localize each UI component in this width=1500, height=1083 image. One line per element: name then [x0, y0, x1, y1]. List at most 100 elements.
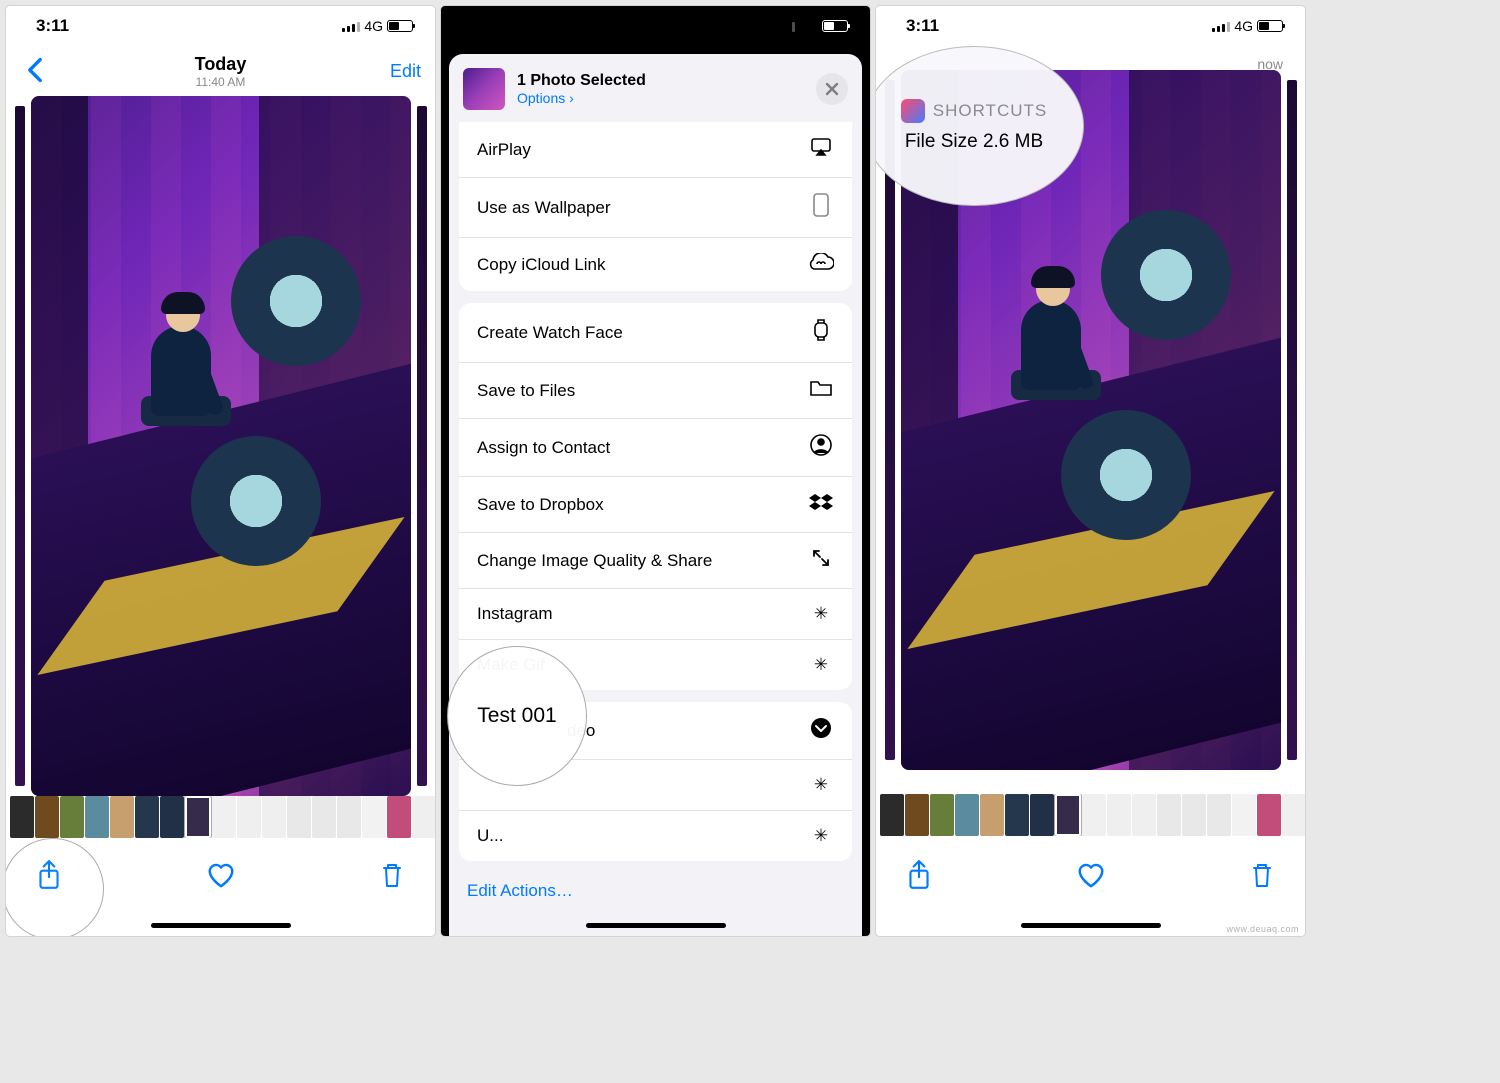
battery-icon — [822, 20, 848, 32]
close-button[interactable] — [816, 73, 848, 105]
home-indicator — [1021, 923, 1161, 928]
thumbnail[interactable] — [1107, 794, 1131, 836]
thumbnail[interactable] — [1182, 794, 1206, 836]
nav-bar: Today 11:40 AM Edit — [6, 46, 435, 96]
thumbnail[interactable] — [110, 796, 134, 838]
thumbnail[interactable] — [262, 796, 286, 838]
share-options-link[interactable]: Options › — [517, 90, 804, 106]
create-watch-face-icon — [808, 318, 834, 347]
share-action-label: Create Watch Face — [477, 323, 623, 343]
thumbnail[interactable] — [1030, 794, 1054, 836]
share-action[interactable]: Create Watch Face — [459, 303, 852, 362]
thumbnail[interactable] — [10, 796, 34, 838]
share-action-label: Change Image Quality & Share — [477, 551, 712, 571]
favorite-button[interactable] — [206, 860, 236, 890]
back-button[interactable] — [20, 55, 50, 85]
thumbnail[interactable] — [287, 796, 311, 838]
airplay-icon — [808, 137, 834, 162]
thumbnail[interactable] — [185, 796, 211, 838]
save-to-dropbox-icon — [808, 492, 834, 517]
thumbnail[interactable] — [312, 796, 336, 838]
share-action[interactable]: Assign to Contact — [459, 418, 852, 476]
thumbnail[interactable] — [1207, 794, 1231, 836]
share-action-partial[interactable]: deo — [459, 702, 852, 759]
status-time: 3:11 — [36, 16, 69, 36]
thumbnail[interactable] — [955, 794, 979, 836]
nav-title: Today — [80, 54, 361, 75]
make-gif-icon: ✳︎ — [808, 655, 834, 675]
thumbnail[interactable] — [1257, 794, 1281, 836]
trash-button[interactable] — [1247, 860, 1277, 890]
share-action[interactable]: Save to Dropbox — [459, 476, 852, 532]
signal-icon — [342, 20, 360, 32]
edit-button[interactable]: Edit — [361, 61, 421, 82]
thumbnail[interactable] — [1055, 794, 1081, 836]
share-action[interactable]: AirPlay — [459, 122, 852, 177]
instagram-icon: ✳︎ — [808, 604, 834, 624]
signal-icon — [1212, 20, 1230, 32]
prev-photo-edge[interactable] — [15, 106, 25, 786]
trash-button[interactable] — [377, 860, 407, 890]
edit-actions-link[interactable]: Edit Actions… — [449, 867, 862, 915]
share-action[interactable]: Copy iCloud Link — [459, 237, 852, 291]
share-button[interactable] — [34, 860, 64, 890]
share-action-shortcut[interactable]: ✳︎ — [459, 759, 852, 810]
share-action[interactable]: Change Image Quality & Share — [459, 532, 852, 588]
thumbnail[interactable] — [930, 794, 954, 836]
share-action-shortcut2[interactable]: U... ✳︎ — [459, 810, 852, 861]
status-network: 4G — [364, 18, 383, 34]
share-action[interactable]: Instagram ✳︎ — [459, 588, 852, 639]
status-time: 3:11 — [906, 16, 939, 36]
thumbnail[interactable] — [35, 796, 59, 838]
thumbnail[interactable] — [237, 796, 261, 838]
share-action-label: Use as Wallpaper — [477, 198, 611, 218]
thumbnail[interactable] — [135, 796, 159, 838]
share-sheet: 1 Photo Selected Options › AirPlay Use as… — [449, 54, 862, 936]
share-action[interactable]: Make Gif ✳︎ — [459, 639, 852, 690]
thumbnail[interactable] — [1157, 794, 1181, 836]
share-title: 1 Photo Selected — [517, 72, 804, 90]
home-indicator — [151, 923, 291, 928]
thumbnail[interactable] — [60, 796, 84, 838]
thumbnail[interactable] — [905, 794, 929, 836]
thumbnail-strip[interactable] — [6, 796, 435, 838]
thumbnail-strip[interactable] — [876, 794, 1305, 836]
share-action-label: Assign to Contact — [477, 438, 610, 458]
thumbnail[interactable] — [1282, 794, 1305, 836]
status-bar: 3:11 4G — [6, 6, 435, 46]
favorite-button[interactable] — [1076, 860, 1106, 890]
thumbnail[interactable] — [362, 796, 386, 838]
thumbnail[interactable] — [880, 794, 904, 836]
next-photo-edge[interactable] — [417, 106, 427, 786]
thumbnail[interactable] — [1132, 794, 1156, 836]
notification-app-name: SHORTCUTS — [933, 101, 1047, 121]
share-action-label: AirPlay — [477, 140, 531, 160]
share-button[interactable] — [904, 860, 934, 890]
share-action-label: Make Gif — [477, 655, 545, 675]
battery-icon — [387, 20, 413, 32]
thumbnail[interactable] — [387, 796, 411, 838]
photo-main[interactable] — [31, 96, 411, 796]
shortcut-run-icon: ✳︎ — [808, 775, 834, 795]
thumbnail[interactable] — [1082, 794, 1106, 836]
share-action[interactable]: Use as Wallpaper — [459, 177, 852, 237]
thumbnail[interactable] — [337, 796, 361, 838]
share-action[interactable]: Save to Files — [459, 362, 852, 418]
watermark: www.deuaq.com — [1226, 924, 1299, 934]
share-action-label: Instagram — [477, 604, 553, 624]
thumbnail[interactable] — [85, 796, 109, 838]
thumbnail[interactable] — [980, 794, 1004, 836]
thumbnail[interactable] — [1232, 794, 1256, 836]
share-action-label: Save to Files — [477, 381, 575, 401]
next-photo-edge[interactable] — [1287, 80, 1297, 760]
thumbnail[interactable] — [160, 796, 184, 838]
thumbnail[interactable] — [412, 796, 435, 838]
change-image-quality-share-icon — [808, 548, 834, 573]
thumbnail[interactable] — [1005, 794, 1029, 836]
status-network: 4G — [1234, 18, 1253, 34]
prev-photo-edge[interactable] — [885, 80, 895, 760]
use-as-wallpaper-icon — [808, 193, 834, 222]
shortcut-run-icon: ✳︎ — [808, 826, 834, 846]
action-group: deo ✳︎ U... ✳︎ — [459, 702, 852, 861]
thumbnail[interactable] — [212, 796, 236, 838]
